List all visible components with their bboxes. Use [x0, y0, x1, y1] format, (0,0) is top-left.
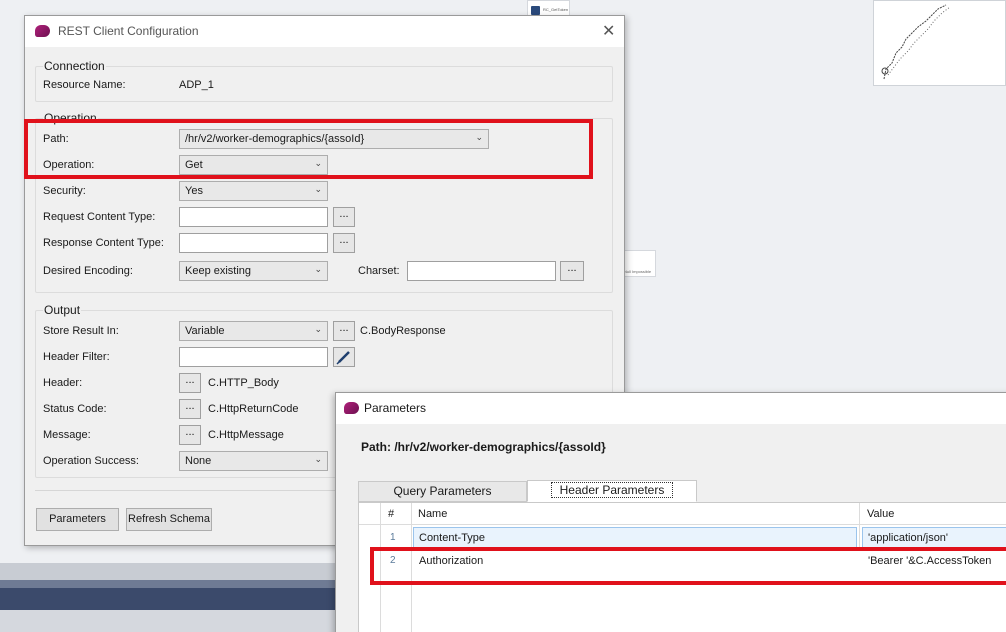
param-value[interactable]: 'Bearer '&C.AccessToken — [868, 555, 991, 567]
header-label: Header: — [43, 377, 83, 389]
param-name[interactable]: Authorization — [419, 555, 483, 567]
node-icon — [531, 6, 540, 15]
operation-dropdown[interactable]: Get ⌄ — [179, 155, 328, 175]
connection-legend: Connection — [43, 59, 106, 73]
canvas-shape-label: Null Impossible — [624, 269, 652, 274]
output-legend: Output — [43, 303, 82, 317]
response-content-type-input[interactable] — [179, 233, 328, 253]
message-variable: C.HttpMessage — [208, 429, 284, 441]
column-header-name[interactable]: Name — [418, 508, 447, 520]
parameters-grid: # Name Value 1 Content-Type 'application… — [358, 502, 1006, 632]
canvas-node-label: RC_GetToken — [543, 7, 569, 12]
dialog-title: REST Client Configuration — [58, 24, 199, 38]
minimap-drawing — [881, 4, 951, 80]
refresh-schema-button[interactable]: Refresh Schema — [126, 508, 212, 531]
taskbar-strip — [0, 610, 336, 632]
grid-header-row: # Name Value — [359, 503, 1006, 525]
app-logo-icon — [344, 402, 359, 414]
chevron-down-icon: ⌄ — [314, 264, 322, 274]
desired-encoding-dropdown[interactable]: Keep existing ⌄ — [179, 261, 328, 281]
taskbar-strip — [0, 580, 336, 588]
header-browse-button[interactable]: ... — [179, 373, 201, 393]
store-result-dropdown[interactable]: Variable ⌄ — [179, 321, 328, 341]
parameters-path: Path: /hr/v2/worker-demographics/{assoId… — [361, 440, 606, 454]
operation-label: Operation: — [43, 159, 95, 171]
message-browse-button[interactable]: ... — [179, 425, 201, 445]
status-code-variable: C.HttpReturnCode — [208, 403, 299, 415]
operation-value: Get — [185, 159, 203, 171]
column-divider — [859, 503, 860, 550]
store-result-browse-button[interactable]: ... — [333, 321, 355, 341]
chevron-down-icon: ⌄ — [314, 184, 322, 194]
request-content-type-browse-button[interactable]: ... — [333, 207, 355, 227]
security-label: Security: — [43, 185, 86, 197]
app-logo-icon — [35, 25, 50, 37]
header-variable: C.HTTP_Body — [208, 377, 279, 389]
header-filter-label: Header Filter: — [43, 351, 110, 363]
chevron-down-icon: ⌄ — [314, 158, 322, 168]
parameters-button[interactable]: Parameters — [36, 508, 119, 531]
column-header-value[interactable]: Value — [867, 508, 894, 520]
store-result-label: Store Result In: — [43, 325, 119, 337]
charset-browse-button[interactable]: ... — [560, 261, 584, 281]
message-label: Message: — [43, 429, 91, 441]
desired-encoding-label: Desired Encoding: — [43, 265, 133, 277]
row-number: 2 — [390, 555, 396, 566]
path-value: /hr/v2/worker-demographics/{assoId} — [185, 133, 365, 145]
taskbar-area — [0, 563, 336, 632]
path-dropdown[interactable]: /hr/v2/worker-demographics/{assoId} ⌄ — [179, 129, 489, 149]
tab-label: Query Parameters — [393, 484, 492, 498]
chevron-down-icon: ⌄ — [475, 132, 483, 142]
header-filter-input[interactable] — [179, 347, 328, 367]
response-content-type-browse-button[interactable]: ... — [333, 233, 355, 253]
security-dropdown[interactable]: Yes ⌄ — [179, 181, 328, 201]
parameters-dialog: Parameters Path: /hr/v2/worker-demograph… — [335, 392, 1006, 632]
close-icon[interactable]: ✕ — [602, 21, 615, 41]
column-divider — [380, 503, 381, 632]
charset-input[interactable] — [407, 261, 556, 281]
taskbar-strip — [0, 588, 336, 610]
desired-encoding-value: Keep existing — [185, 265, 252, 277]
operation-success-dropdown[interactable]: None ⌄ — [179, 451, 328, 471]
status-code-label: Status Code: — [43, 403, 107, 415]
edit-header-filter-button[interactable] — [333, 347, 355, 367]
operation-success-label: Operation Success: — [43, 455, 139, 467]
dialog-title: Parameters — [364, 401, 427, 415]
operation-legend: Operation — [43, 111, 98, 125]
row-number: 1 — [390, 532, 396, 543]
store-result-variable: C.BodyResponse — [360, 325, 446, 337]
pencil-icon — [336, 351, 350, 365]
dialog-titlebar[interactable]: REST Client Configuration ✕ — [25, 16, 624, 47]
column-header-num[interactable]: # — [388, 508, 394, 520]
request-content-type-label: Request Content Type: — [43, 211, 156, 223]
dialog-titlebar[interactable]: Parameters — [336, 393, 1006, 424]
chevron-down-icon: ⌄ — [314, 454, 322, 464]
tab-label: Header Parameters — [550, 482, 674, 498]
status-code-browse-button[interactable]: ... — [179, 399, 201, 419]
resource-name-value: ADP_1 — [179, 79, 214, 91]
security-value: Yes — [185, 185, 203, 197]
charset-label: Charset: — [358, 265, 400, 277]
response-content-type-label: Response Content Type: — [43, 237, 164, 249]
param-name[interactable]: Content-Type — [419, 532, 485, 544]
canvas-minimap[interactable] — [873, 0, 1006, 86]
store-result-value: Variable — [185, 325, 225, 337]
path-label: Path: — [43, 133, 69, 145]
resource-name-label: Resource Name: — [43, 79, 126, 91]
tab-header-parameters[interactable]: Header Parameters — [527, 480, 697, 502]
chevron-down-icon: ⌄ — [314, 324, 322, 334]
tab-query-parameters[interactable]: Query Parameters — [358, 481, 527, 502]
param-value[interactable]: 'application/json' — [868, 532, 948, 544]
operation-success-value: None — [185, 455, 212, 467]
request-content-type-input[interactable] — [179, 207, 328, 227]
column-divider — [411, 503, 412, 632]
canvas-shape[interactable]: Null Impossible — [620, 250, 656, 277]
